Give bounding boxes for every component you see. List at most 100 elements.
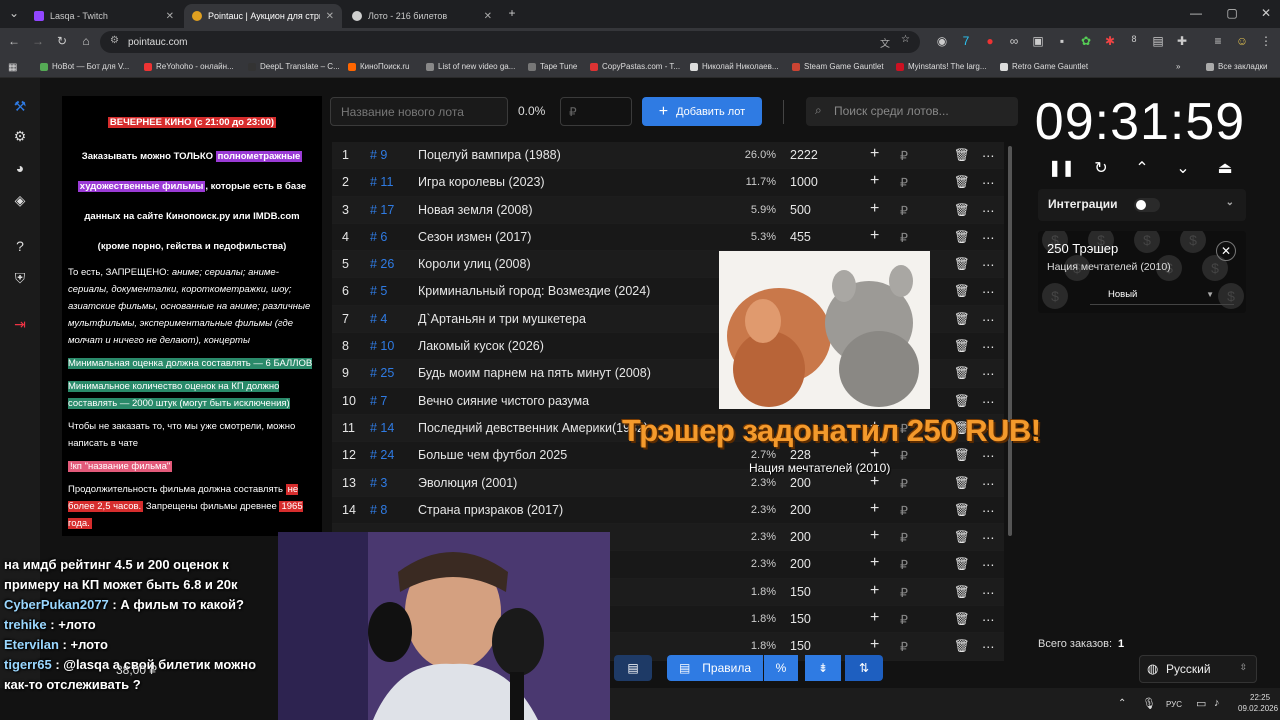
add-amount-icon[interactable]: +	[870, 609, 879, 627]
extension-red2-icon[interactable]: ✱	[1102, 34, 1118, 48]
lot-amount[interactable]: 200	[790, 557, 811, 571]
layers-icon[interactable]: ◈	[10, 190, 30, 210]
close-icon[interactable]: ✕	[484, 11, 492, 22]
columns-button[interactable]: ▤	[614, 655, 652, 681]
restore-icon[interactable]: ▢	[1224, 6, 1240, 20]
more-icon[interactable]: ⋯	[982, 203, 995, 218]
lot-name[interactable]: Эволюция (2001)	[418, 476, 517, 490]
clock-time[interactable]: 22:25	[1250, 693, 1270, 702]
compress-button[interactable]: ⇟	[805, 655, 841, 681]
donation-status-select[interactable]: Новый ▼	[1090, 287, 1234, 305]
more-icon[interactable]: ⋯	[982, 639, 995, 654]
close-icon[interactable]: ✕	[166, 11, 174, 22]
more-icon[interactable]: ⋯	[982, 339, 995, 354]
bookmarks-overflow-icon[interactable]: »	[1176, 62, 1180, 71]
delete-icon[interactable]: 🗑	[954, 503, 970, 518]
chat-username[interactable]: CyberPukan2077	[4, 597, 109, 612]
lot-name[interactable]: Д`Артаньян и три мушкетера	[418, 312, 586, 326]
lot-name[interactable]: Сезон измен (2017)	[418, 230, 531, 244]
back-icon[interactable]: ←	[6, 34, 22, 48]
more-icon[interactable]: ⋯	[982, 148, 995, 163]
lot-name[interactable]: Страна призраков (2017)	[418, 503, 563, 517]
bookmark-item[interactable]: Myinstants! The larg...	[896, 62, 987, 71]
apps-grid-icon[interactable]: ▦	[8, 62, 17, 73]
chevron-up-icon[interactable]: ⌃	[1131, 158, 1153, 178]
add-amount-icon[interactable]: +	[870, 500, 879, 518]
lot-amount[interactable]: 500	[790, 203, 811, 217]
wheel-icon[interactable]: ◕	[10, 158, 30, 178]
delete-icon[interactable]: 🗑	[954, 203, 970, 218]
delete-icon[interactable]: 🗑	[954, 639, 970, 654]
address-bar[interactable]: ⚙ pointauc.com 文 ☆	[100, 31, 920, 53]
extension-red-icon[interactable]: ●	[982, 34, 998, 48]
chevron-down-icon[interactable]: ⌄	[1172, 158, 1194, 178]
tab-pointauc[interactable]: Pointauc | Аукцион для стрим ✕	[184, 4, 342, 28]
chat-username[interactable]: trehike	[4, 617, 47, 632]
extension-badge-icon[interactable]: 8	[1126, 34, 1142, 44]
pause-icon[interactable]: ❚❚	[1048, 158, 1075, 178]
bookmark-star-icon[interactable]: ☆	[901, 34, 910, 45]
more-icon[interactable]: ⋯	[982, 394, 995, 409]
lot-row[interactable]: 4 # 6 Сезон измен (2017) 5.3% 455 + ₽ 🗑 ⋯	[332, 223, 1004, 252]
lot-amount[interactable]: 455	[790, 230, 811, 244]
more-icon[interactable]: ⋯	[982, 476, 995, 491]
bookmark-item[interactable]: Николай Николаев...	[690, 62, 779, 71]
more-icon[interactable]: ⋯	[982, 284, 995, 299]
new-lot-input[interactable]: Название нового лота	[330, 97, 508, 126]
delete-icon[interactable]: 🗑	[954, 284, 970, 299]
bookmark-item[interactable]: КиноПоиск.ru	[348, 62, 410, 71]
lot-name[interactable]: Последний девственник Америки(1982)	[418, 421, 648, 435]
amount-input[interactable]: ₽	[560, 97, 632, 126]
tab-search-icon[interactable]: ⌄	[6, 6, 22, 20]
add-amount-icon[interactable]: +	[870, 527, 879, 545]
delete-icon[interactable]: 🗑	[954, 339, 970, 354]
bookmark-item[interactable]: CopyPastas.com - T...	[590, 62, 680, 71]
lot-row[interactable]: 3 # 17 Новая земля (2008) 5.9% 500 + ₽ 🗑 ⋯	[332, 196, 1004, 224]
lot-name[interactable]: Больше чем футбол 2025	[418, 448, 567, 462]
home-icon[interactable]: ⌂	[78, 34, 94, 48]
extension-db-icon[interactable]: ◉	[934, 34, 950, 48]
more-icon[interactable]: ⋯	[982, 257, 995, 272]
more-icon[interactable]: ⋯	[982, 530, 995, 545]
delete-icon[interactable]: 🗑	[954, 230, 970, 245]
tab-loto[interactable]: Лото - 216 билетов ✕	[344, 4, 500, 28]
bookmark-item[interactable]: Retro Game Gauntlet	[1000, 62, 1088, 71]
delete-icon[interactable]: 🗑	[954, 530, 970, 545]
extension-glasses-icon[interactable]: ∞	[1006, 34, 1022, 48]
bookmark-item[interactable]: Steam Game Gauntlet	[792, 62, 884, 71]
bookmark-item[interactable]: HoBot — Бот для V...	[40, 62, 129, 71]
new-tab-button[interactable]: +	[504, 6, 520, 20]
bookmark-item[interactable]: Tape Tune	[528, 62, 577, 71]
lot-amount[interactable]: 150	[790, 585, 811, 599]
lot-amount[interactable]: 200	[790, 476, 811, 490]
add-amount-icon[interactable]: +	[870, 200, 879, 218]
lot-name[interactable]: Вечно сияние чистого разума	[418, 394, 589, 408]
add-amount-icon[interactable]: +	[870, 172, 879, 190]
network-icon[interactable]: ▭	[1196, 697, 1206, 710]
add-amount-icon[interactable]: +	[870, 227, 879, 245]
menu-kebab-icon[interactable]: ⋮	[1258, 34, 1274, 48]
delete-icon[interactable]: 🗑	[954, 366, 970, 381]
lot-name[interactable]: Игра королевы (2023)	[418, 175, 545, 189]
reading-list-icon[interactable]: ≡	[1210, 34, 1226, 48]
reload-icon[interactable]: ↻	[54, 34, 70, 48]
percent-button[interactable]: %	[764, 655, 798, 681]
lot-amount[interactable]: 200	[790, 530, 811, 544]
more-icon[interactable]: ⋯	[982, 557, 995, 572]
lot-name[interactable]: Короли улиц (2008)	[418, 257, 531, 271]
profile-avatar-icon[interactable]: ☺	[1234, 34, 1250, 48]
sort-button[interactable]: ⇅	[845, 655, 883, 681]
delete-icon[interactable]: 🗑	[954, 148, 970, 163]
lot-name[interactable]: Лакомый кусок (2026)	[418, 339, 544, 353]
extension-gray-icon[interactable]: ▪	[1054, 34, 1070, 48]
lot-name[interactable]: Поцелуй вампира (1988)	[418, 148, 561, 162]
help-icon[interactable]: ?	[10, 236, 30, 256]
add-amount-icon[interactable]: +	[870, 636, 879, 654]
language-select[interactable]: ◍ Русский ⇳	[1139, 655, 1257, 683]
delete-icon[interactable]: 🗑	[954, 448, 970, 463]
logout-icon[interactable]: ⇥	[10, 314, 30, 334]
extension-green-icon[interactable]: ✿	[1078, 34, 1094, 48]
delete-icon[interactable]: 🗑	[954, 394, 970, 409]
all-bookmarks[interactable]: Все закладки	[1206, 62, 1267, 71]
chevron-down-icon[interactable]: ⌄	[1226, 197, 1234, 208]
